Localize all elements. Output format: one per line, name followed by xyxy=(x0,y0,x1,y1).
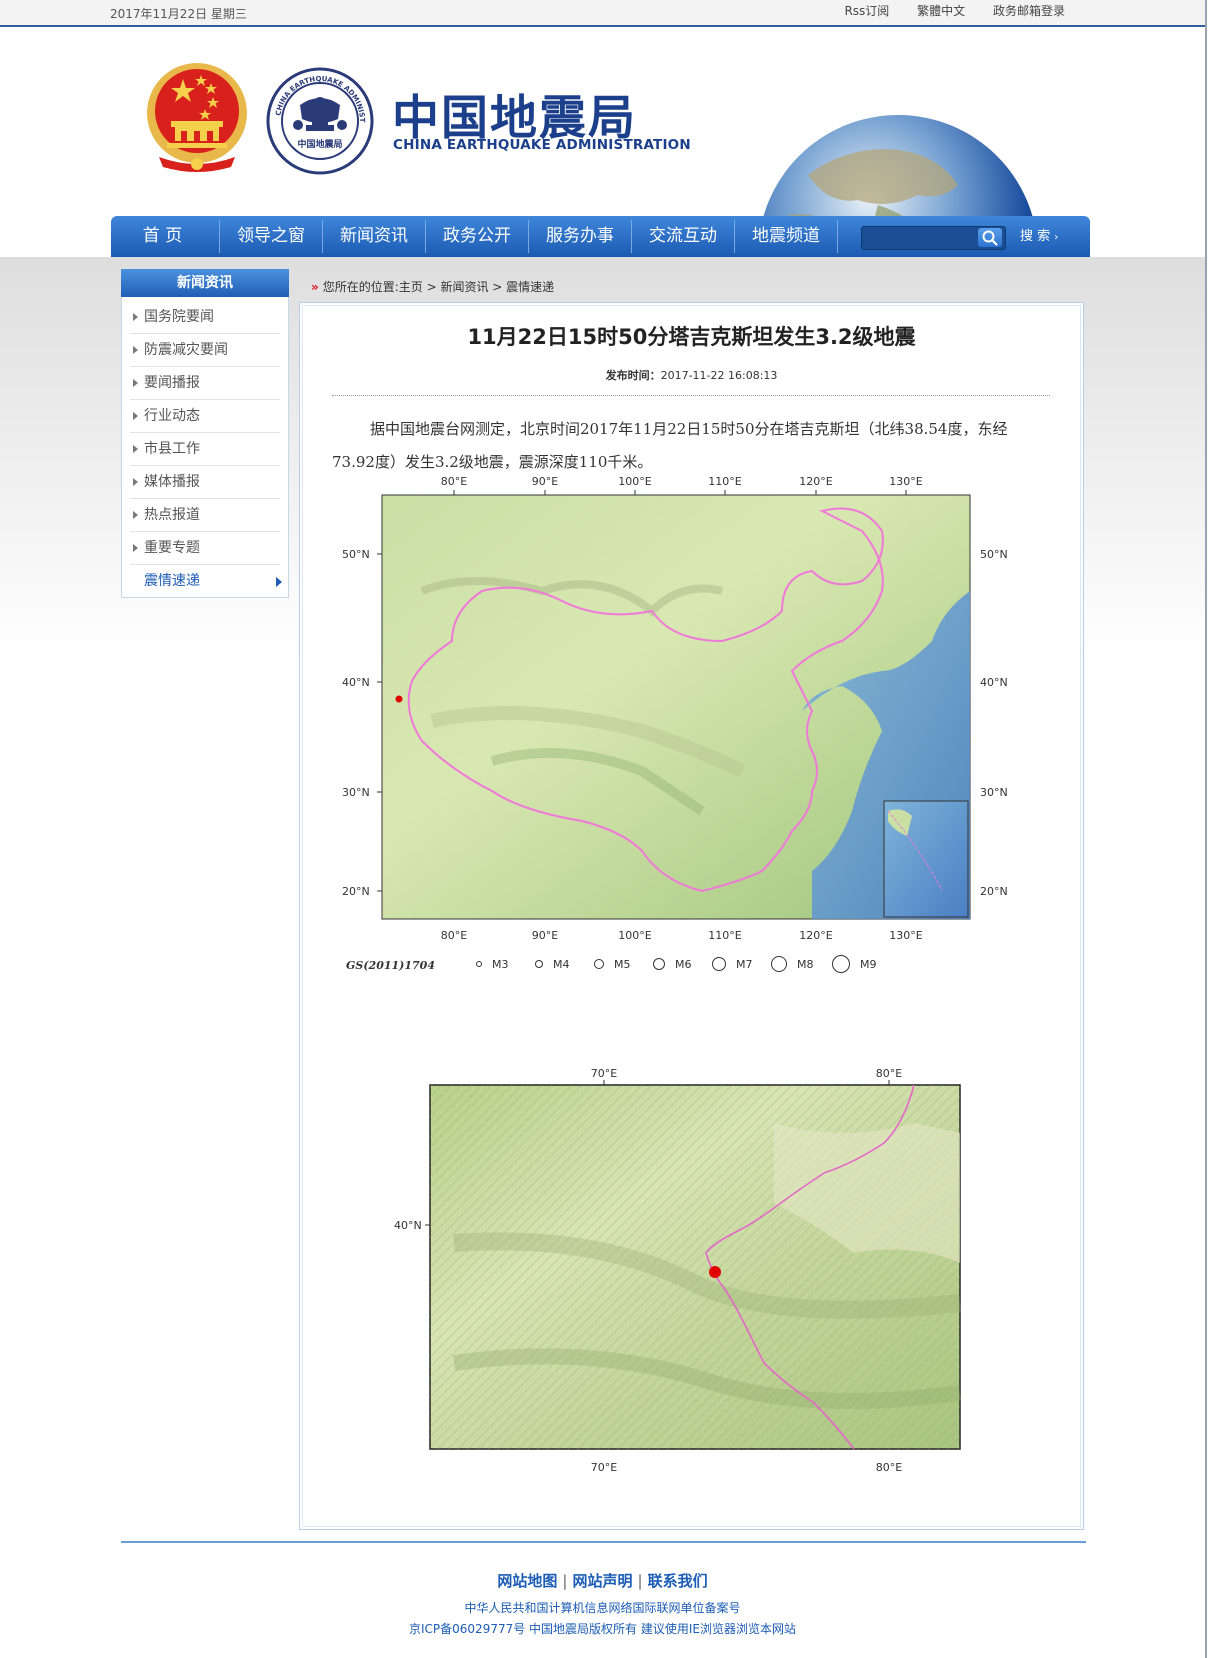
article-title: 11月22日15时50分塔吉克斯坦发生3.2级地震 xyxy=(467,325,916,349)
search-label-text: 搜 索 xyxy=(1020,229,1051,244)
china-overview-map: 80°E 90°E 100°E 110°E 120°E 130°E 80°E 9… xyxy=(342,471,1046,981)
national-emblem-icon xyxy=(147,63,247,172)
traditional-chinese-link[interactable]: 繁體中文 xyxy=(917,4,965,18)
nav-government-affairs[interactable]: 政务公开 xyxy=(426,216,528,257)
search-button[interactable] xyxy=(978,228,1002,247)
svg-text:130°E: 130°E xyxy=(889,475,922,488)
sidebar-heading: 新闻资讯 xyxy=(121,269,289,297)
legend-m5: M5 xyxy=(614,958,631,971)
legend-m6: M6 xyxy=(675,958,692,971)
map2-lat-label: 40°N xyxy=(394,1219,422,1232)
footer-separator: | xyxy=(562,1572,568,1590)
svg-text:80°E: 80°E xyxy=(876,1461,902,1474)
svg-text:80°E: 80°E xyxy=(441,475,467,488)
svg-text:50°N: 50°N xyxy=(342,548,370,561)
regional-detail-map: 70°E 80°E 70°E 80°E 40°N xyxy=(394,1063,994,1493)
sidebar-item-key-topics[interactable]: 重要专题 xyxy=(130,532,280,565)
svg-text:100°E: 100°E xyxy=(618,929,651,942)
publish-time-label: 发布时间： xyxy=(605,369,661,382)
svg-text:120°E: 120°E xyxy=(799,929,832,942)
breadcrumb: » 您所在的位置:主页 > 新闻资讯 > 震情速递 xyxy=(311,278,554,295)
legend-m8: M8 xyxy=(797,958,814,971)
svg-text:20°N: 20°N xyxy=(342,885,370,898)
sidebar-item-quake-express[interactable]: 震情速递 xyxy=(130,565,282,597)
svg-text:100°E: 100°E xyxy=(618,475,651,488)
svg-text:90°E: 90°E xyxy=(532,475,558,488)
epicenter-marker-overview xyxy=(395,695,403,703)
sidebar-item-media-broadcast[interactable]: 媒体播报 xyxy=(130,466,280,499)
site-statement-link[interactable]: 网站声明 xyxy=(572,1572,632,1590)
article-meta: 发布时间：2017-11-22 16:08:13 xyxy=(300,367,1083,383)
svg-text:70°E: 70°E xyxy=(591,1067,617,1080)
main-nav: 首 页 领导之窗 新闻资讯 政务公开 服务办事 交流互动 地震频道 搜 索 › xyxy=(111,216,1090,257)
article-panel: 11月22日15时50分塔吉克斯坦发生3.2级地震 发布时间：2017-11-2… xyxy=(299,302,1084,1530)
sidebar-item-hot-reports[interactable]: 热点报道 xyxy=(130,499,280,532)
nav-news[interactable]: 新闻资讯 xyxy=(323,216,425,257)
chevron-right-icon: › xyxy=(1054,232,1059,243)
footer-divider xyxy=(121,1541,1086,1543)
search-label-button[interactable]: 搜 索 › xyxy=(1020,216,1058,258)
publish-time: 2017-11-22 16:08:13 xyxy=(660,369,778,382)
svg-text:20°N: 20°N xyxy=(980,885,1008,898)
nav-services[interactable]: 服务办事 xyxy=(529,216,631,257)
svg-text:90°E: 90°E xyxy=(532,929,558,942)
svg-text:80°E: 80°E xyxy=(441,929,467,942)
nav-home[interactable]: 首 页 xyxy=(111,216,214,257)
map-credit: GS(2011)1704 xyxy=(346,959,435,972)
sidebar-item-state-council-news[interactable]: 国务院要闻 xyxy=(130,301,280,334)
contact-us-link[interactable]: 联系我们 xyxy=(648,1572,708,1590)
gov-mail-login-link[interactable]: 政务邮箱登录 xyxy=(993,4,1065,18)
svg-text:50°N: 50°N xyxy=(980,548,1008,561)
footer-copyright: 京ICP备06029777号 中国地震局版权所有 建议使用IE浏览器浏览本网站 xyxy=(409,1622,796,1636)
legend-m9: M9 xyxy=(860,958,877,971)
footer-links: 网站地图 | 网站声明 | 联系我们 xyxy=(0,1570,1205,1591)
divider xyxy=(332,395,1050,396)
current-date: 2017年11月22日 星期三 xyxy=(110,7,247,21)
search-input[interactable] xyxy=(866,229,980,247)
svg-text:40°N: 40°N xyxy=(342,676,370,689)
sidebar-item-news-broadcast[interactable]: 要闻播报 xyxy=(130,367,280,400)
svg-text:110°E: 110°E xyxy=(708,929,741,942)
sidebar: 新闻资讯 国务院要闻 防震减灾要闻 要闻播报 行业动态 市县工作 媒体播报 热点… xyxy=(121,269,289,598)
nav-leadership[interactable]: 领导之窗 xyxy=(220,216,322,257)
sidebar-item-county-work[interactable]: 市县工作 xyxy=(130,433,280,466)
svg-text:130°E: 130°E xyxy=(889,929,922,942)
legend-m4: M4 xyxy=(553,958,570,971)
nav-interaction[interactable]: 交流互动 xyxy=(632,216,734,257)
breadcrumb-arrow-icon: » xyxy=(311,280,319,294)
nav-earthquake-channel[interactable]: 地震频道 xyxy=(735,216,837,257)
logo-english-name: CHINA EARTHQUAKE ADMINISTRATION xyxy=(393,137,691,153)
svg-text:110°E: 110°E xyxy=(708,475,741,488)
legend-m3: M3 xyxy=(492,958,509,971)
article-body: 据中国地震台网测定，北京时间2017年11月22日15时50分在塔吉克斯坦（北纬… xyxy=(332,420,1008,471)
nav-separator xyxy=(837,220,838,253)
rss-link[interactable]: Rss订阅 xyxy=(844,4,889,18)
search-icon xyxy=(982,230,998,246)
footer-separator: | xyxy=(637,1572,643,1590)
svg-text:80°E: 80°E xyxy=(876,1067,902,1080)
sidebar-item-industry-trends[interactable]: 行业动态 xyxy=(130,400,280,433)
svg-text:70°E: 70°E xyxy=(591,1461,617,1474)
top-links: Rss订阅 繁體中文 政务邮箱登录 xyxy=(820,2,1065,19)
svg-text:30°N: 30°N xyxy=(980,786,1008,799)
browser-page: 2017年11月22日 星期三 Rss订阅 繁體中文 政务邮箱登录 中国地震局 … xyxy=(0,0,1207,1658)
epicenter-marker-detail xyxy=(709,1266,721,1278)
svg-text:40°N: 40°N xyxy=(980,676,1008,689)
footer-registration: 中华人民共和国计算机信息网络国际联网单位备案号 xyxy=(464,1601,741,1615)
sidebar-list: 国务院要闻 防震减灾要闻 要闻播报 行业动态 市县工作 媒体播报 热点报道 重要… xyxy=(121,297,289,598)
svg-text:120°E: 120°E xyxy=(799,475,832,488)
legend-m7: M7 xyxy=(736,958,753,971)
seal-inner-text: 中国地震局 xyxy=(297,138,342,150)
svg-text:30°N: 30°N xyxy=(342,786,370,799)
cea-seal-icon: 中国地震局 CHINA EARTHQUAKE ADMINISTRATION xyxy=(266,67,374,175)
top-bar: 2017年11月22日 星期三 Rss订阅 繁體中文 政务邮箱登录 xyxy=(0,0,1205,27)
sidebar-item-disaster-reduction-news[interactable]: 防震减灾要闻 xyxy=(130,334,280,367)
site-map-link[interactable]: 网站地图 xyxy=(497,1572,557,1590)
breadcrumb-text[interactable]: 您所在的位置:主页 > 新闻资讯 > 震情速递 xyxy=(323,280,554,294)
